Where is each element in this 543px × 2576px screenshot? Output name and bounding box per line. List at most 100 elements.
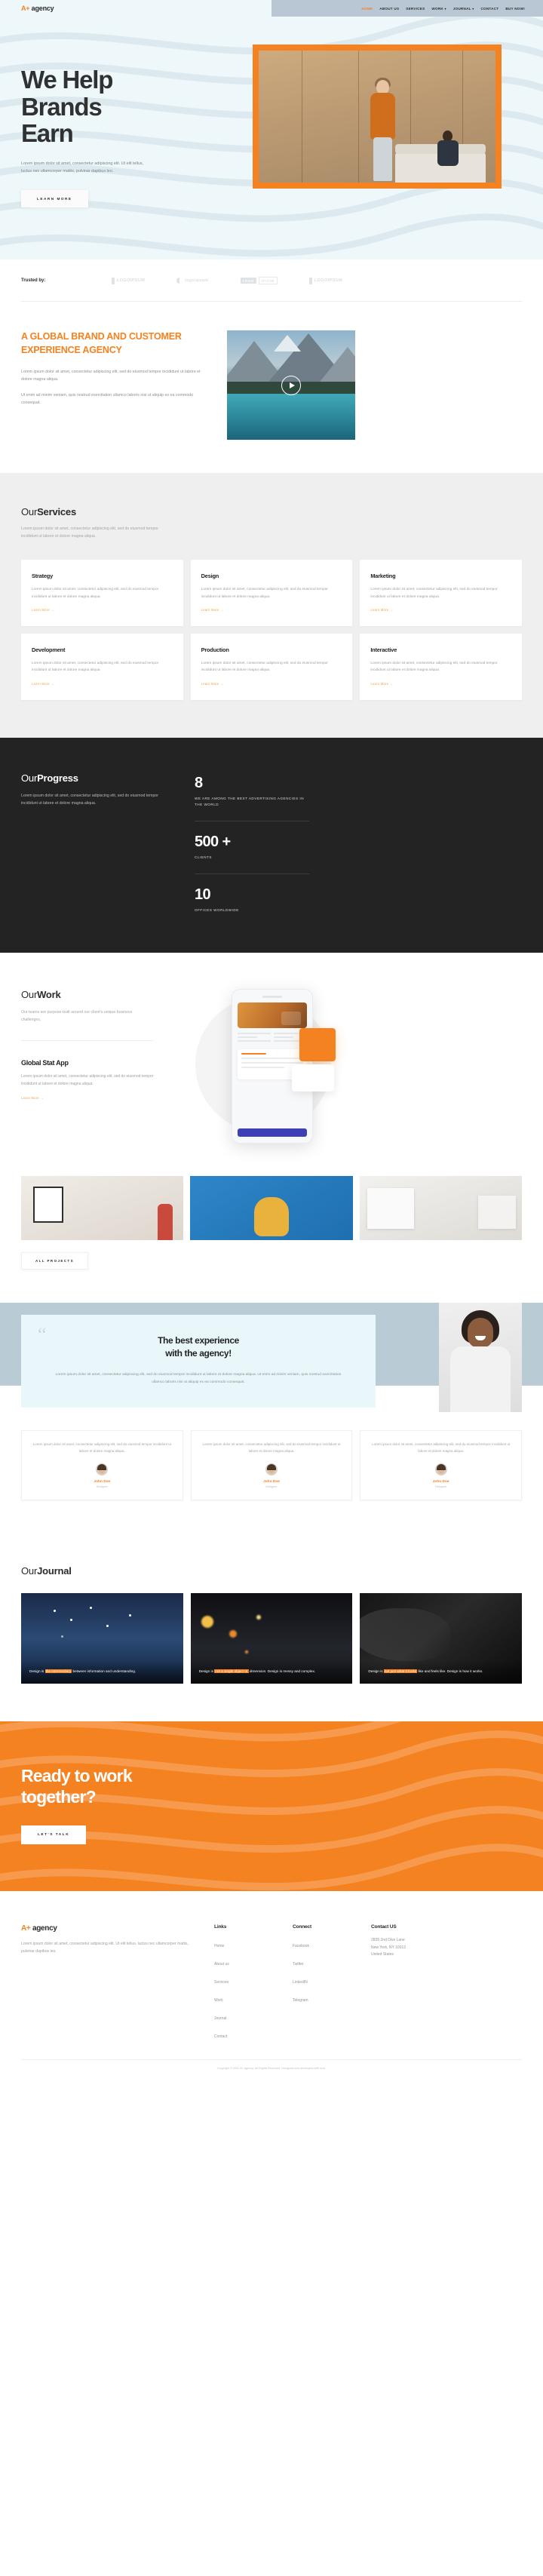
hero-title-line-2: Brands [21, 92, 103, 121]
service-card[interactable]: Production Lorem ipsum dolor sit amet, c… [190, 633, 353, 700]
hero-title-line-1: We Help [21, 66, 113, 94]
testimonial-section: “ The best experience with the agency! L… [0, 1302, 543, 1531]
footer-copyright: Copyright © 2022 A+ agency. All Rights R… [21, 2059, 522, 2080]
logo-name: agency [31, 5, 54, 12]
footer-address: 2835 2nd Dive Lane New York, NY 10013 Un… [371, 1937, 430, 1959]
footer-logo[interactable]: A+ agency [21, 1924, 195, 1933]
service-card[interactable]: Marketing Lorem ipsum dolor sit amet, co… [360, 560, 522, 626]
global-brand-paragraph-1: Lorem ipsum dolor sit amet, consectetur … [21, 369, 201, 382]
footer-link-services[interactable]: Services [214, 1980, 229, 1985]
footer-link-telegram[interactable]: Telegram [293, 1998, 308, 2003]
client-logo-2: logoipsum [176, 278, 208, 284]
cta-title: Ready to work together? [21, 1765, 522, 1807]
footer-link-facebook[interactable]: Facebook [293, 1944, 309, 1948]
hero-learn-more-button[interactable]: LEARN MORE [21, 189, 88, 207]
play-icon[interactable] [281, 375, 301, 395]
footer-link-about-us[interactable]: About us [214, 1962, 229, 1967]
site-logo[interactable]: A+ agency [21, 5, 54, 12]
project-thumbnail[interactable] [190, 1175, 353, 1240]
footer-link-linkedin[interactable]: LinkedIN [293, 1980, 308, 1985]
service-card[interactable]: Design Lorem ipsum dolor sit amet, conse… [190, 560, 353, 626]
journal-caption-highlight: not a single object or [214, 1669, 249, 1673]
footer-link-twitter[interactable]: Twitter [293, 1962, 304, 1967]
trusted-by-label: Trusted by: [21, 278, 46, 283]
chevron-down-icon: ▾ [472, 6, 474, 11]
footer-link-home[interactable]: Home [214, 1944, 224, 1948]
floating-orange-tile [299, 1027, 336, 1061]
service-card[interactable]: Interactive Lorem ipsum dolor sit amet, … [360, 633, 522, 700]
client-logo-4: LOGOIPSUM [308, 277, 342, 284]
nav-item-journal[interactable]: JOURNAL ▾ [453, 7, 474, 11]
journal-post[interactable]: Design is not a single object or dimensi… [190, 1593, 353, 1684]
client-logo-1-text: LOGOIPSUM [117, 278, 146, 283]
service-learn-more-link[interactable]: Learn More → [32, 608, 54, 612]
journal-caption: Design is not a single object or dimensi… [190, 1660, 353, 1684]
site-header: A+ agency HOME ABOUT US SERVICES WORK ▾ J… [0, 0, 543, 17]
service-learn-more-link[interactable]: Learn More → [32, 682, 54, 686]
project-thumbnail[interactable] [359, 1175, 522, 1240]
avatar [96, 1463, 109, 1475]
service-learn-more-link[interactable]: Learn More → [370, 608, 393, 612]
cta-lets-talk-button[interactable]: LET'S TALK [21, 1825, 87, 1845]
project-thumbnail[interactable] [21, 1175, 184, 1240]
work-title: OurWork [21, 989, 168, 1000]
service-desc: Lorem ipsum dolor sit amet, consectetur … [201, 661, 328, 673]
stat-item: 10 OFFICES WORLDWIDE [195, 887, 522, 913]
nav-item-work-label: WORK [431, 6, 443, 11]
floating-white-tile [292, 1064, 334, 1091]
progress-title-light: Our [21, 772, 38, 784]
avatar [265, 1463, 278, 1475]
service-card[interactable]: Strategy Lorem ipsum dolor sit amet, con… [21, 560, 183, 626]
chevron-down-icon: ▾ [444, 6, 446, 11]
testimonial-body: Lorem ipsum dolor sit amet, consectetur … [55, 1373, 342, 1385]
stat-label: CLIENTS [195, 855, 212, 859]
nav-item-work[interactable]: WORK ▾ [431, 7, 446, 11]
journal-title-light: Our [21, 1565, 38, 1577]
logo-mark: A+ [21, 5, 30, 12]
testimonial-heading-line-2: with the agency! [165, 1347, 232, 1359]
testimonial-role: Designer [96, 1485, 108, 1488]
journal-caption-highlight: the intermediary [44, 1669, 72, 1673]
stat-value: 10 [195, 886, 211, 903]
global-brand-title: A GLOBAL BRAND AND CUSTOMER EXPERIENCE A… [21, 331, 182, 355]
nav-item-services[interactable]: SERVICES [406, 7, 425, 11]
service-learn-more-link[interactable]: Learn More → [201, 682, 224, 686]
journal-caption: Design is not just what it looks like an… [360, 1660, 522, 1684]
journal-post[interactable]: Design is the intermediary between infor… [21, 1593, 183, 1684]
nav-item-journal-label: JOURNAL [452, 6, 471, 11]
hero-subtitle: Lorem ipsum dolor sit amet, consectetur … [21, 161, 144, 173]
divider [21, 1040, 153, 1042]
client-logo-1: LOGOIPSUM [112, 277, 146, 284]
testimonial-role: Designer [435, 1485, 447, 1488]
footer-contact-title: Contact US [371, 1924, 397, 1930]
testimonial-mini-text: Lorem ipsum dolor sit amet, consectetur … [202, 1442, 341, 1454]
nav-item-contact[interactable]: CONTACT [480, 7, 499, 11]
services-subtitle: Lorem ipsum dolor sit amet, consectetur … [21, 527, 158, 539]
address-line-1: 2835 2nd Dive Lane [371, 1938, 405, 1943]
footer-link-work[interactable]: Work [214, 1998, 223, 2003]
service-learn-more-link[interactable]: Learn More → [201, 608, 224, 612]
video-thumbnail-mountain-lake[interactable] [227, 330, 355, 440]
journal-caption-pre: Design is [368, 1669, 384, 1673]
nav-item-about-us[interactable]: ABOUT US [379, 7, 399, 11]
phone-notch [262, 995, 282, 998]
testimonial-portrait [439, 1302, 522, 1412]
service-name: Design [201, 573, 219, 580]
cta-section: Ready to work together? LET'S TALK [0, 1721, 543, 1892]
testimonial-heading: The best experience with the agency! [51, 1334, 345, 1360]
nav-item-buy-now[interactable]: BUY NOW! [505, 7, 525, 11]
client-logo-3: LOGO IPSUM [240, 277, 278, 284]
service-card[interactable]: Development Lorem ipsum dolor sit amet, … [21, 633, 183, 700]
nav-item-home[interactable]: HOME [361, 7, 373, 11]
footer-link-contact[interactable]: Contact [214, 2034, 227, 2039]
journal-caption-pre: Design is [198, 1669, 215, 1673]
footer-link-journal[interactable]: Journal [214, 2016, 226, 2021]
service-name: Marketing [370, 573, 396, 580]
testimonial-heading-line-1: The best experience [158, 1334, 239, 1346]
project-learn-more-link[interactable]: Learn More → [21, 1096, 44, 1100]
service-learn-more-link[interactable]: Learn More → [370, 682, 393, 686]
journal-post[interactable]: Design is not just what it looks like an… [360, 1593, 522, 1684]
footer-connect-title: Connect [293, 1924, 311, 1930]
service-desc: Lorem ipsum dolor sit amet, consectetur … [201, 588, 328, 599]
all-projects-button[interactable]: ALL PROJECTS [21, 1251, 88, 1270]
